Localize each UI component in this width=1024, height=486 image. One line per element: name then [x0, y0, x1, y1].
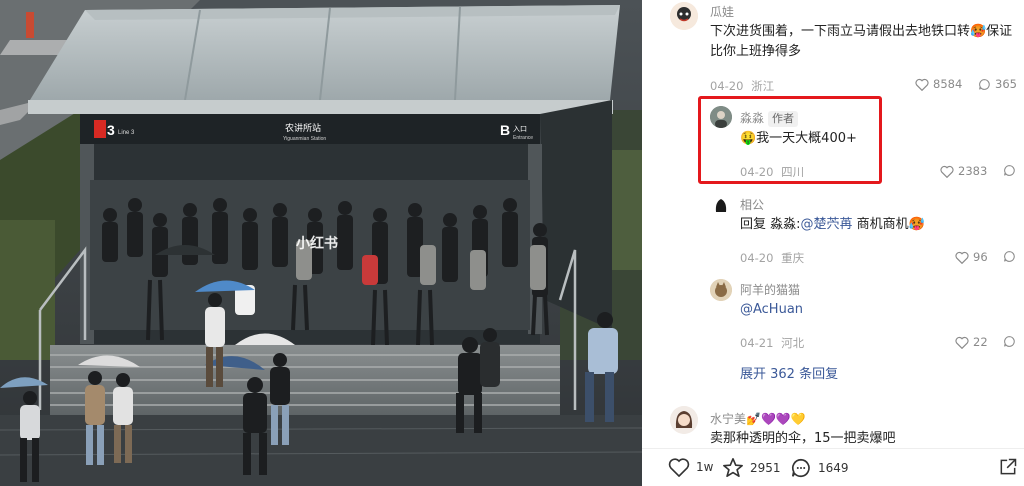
post-like-button[interactable]: 1w: [668, 457, 713, 477]
comment-username[interactable]: 瓜娃: [710, 3, 734, 20]
comment-username[interactable]: 阿羊的猫猫: [740, 281, 800, 298]
bottom-action-bar: 1w 2951 1649: [642, 448, 1024, 486]
heart-icon: [915, 78, 929, 91]
reply-prefix: 回复 淼淼:: [740, 217, 801, 232]
heart-icon: [955, 251, 969, 264]
station-name-en: Yiguanmian Station: [283, 136, 326, 142]
comment-text: 下次进货围着，一下雨立马请假出去地铁口转🥵保证比你上班挣得多: [710, 24, 1013, 59]
share-button[interactable]: [998, 457, 1018, 477]
mention-link[interactable]: @楚茓苒: [801, 217, 853, 232]
comment-bubble-icon: [1004, 336, 1015, 347]
comment-date: 04-21: [740, 336, 774, 350]
like-count: 2383: [958, 164, 988, 178]
comments-panel: [642, 0, 1024, 486]
subway-entrance-scene: 3 Line 3 农讲所站 Yiguanmian Station B 入口 En…: [0, 0, 642, 486]
comment-username[interactable]: 水宁美💅💜💜💛: [710, 410, 806, 427]
comment-date: 04-20: [710, 79, 744, 93]
comment-bubble-icon: [1004, 165, 1015, 176]
exit-label: 入口: [513, 125, 527, 133]
heart-icon: [955, 336, 969, 349]
comment-location: 河北: [781, 336, 805, 350]
like-button[interactable]: 8584: [915, 77, 962, 91]
like-count: 96: [973, 250, 988, 264]
post-collect-count: 2951: [750, 460, 781, 475]
comment-text-suffix: 商机商机🥵: [856, 217, 925, 232]
reply-count: 365: [995, 77, 1017, 91]
like-count: 8584: [933, 77, 963, 91]
avatar-silhouette-icon: [710, 194, 732, 216]
comment-meta: 04-20 重庆: [740, 250, 808, 266]
comment-bubble-icon: [791, 458, 810, 478]
mention-link[interactable]: @AcHuan: [740, 302, 803, 317]
comment-username[interactable]: 相公: [740, 196, 764, 213]
avatar[interactable]: [710, 279, 732, 301]
station-name: 农讲所站: [285, 122, 321, 134]
reply-button[interactable]: 365: [978, 77, 1017, 91]
like-button[interactable]: 2383: [940, 164, 987, 178]
comment-date: 04-20: [740, 251, 774, 265]
comment-meta: 04-20 浙江: [710, 78, 778, 94]
reply-button[interactable]: [1003, 335, 1016, 348]
comment-meta: 04-21 河北: [740, 335, 808, 351]
comment-text: 卖那种透明的伞，15一把卖爆吧: [710, 431, 896, 446]
post-photo[interactable]: 3 Line 3 农讲所站 Yiguanmian Station B 入口 En…: [0, 0, 642, 486]
share-icon: [1000, 458, 1017, 475]
exit-label-en: Entrance: [513, 135, 533, 141]
reply-button[interactable]: [1003, 164, 1016, 177]
post-comment-button[interactable]: 1649: [790, 457, 849, 479]
avatar-cat-icon: [710, 279, 732, 301]
heart-icon: [668, 458, 690, 477]
line-label: Line 3: [118, 130, 135, 136]
star-icon: [723, 458, 743, 477]
post-collect-button[interactable]: 2951: [722, 457, 781, 478]
avatar[interactable]: [710, 194, 732, 216]
reply-button[interactable]: [1003, 250, 1016, 263]
avatar-cartoon-icon: [670, 2, 698, 30]
heart-icon: [940, 165, 954, 178]
post-comment-count: 1649: [818, 461, 849, 475]
comment-location: 浙江: [751, 79, 775, 93]
like-count: 22: [973, 335, 988, 349]
post-like-count: 1w: [696, 460, 714, 474]
comment-text: @AcHuan: [740, 300, 803, 320]
highlight-annotation-box: [698, 96, 882, 184]
comment-location: 重庆: [781, 251, 805, 265]
comment-bubble-icon: [1004, 251, 1015, 262]
exit-letter: B: [500, 122, 510, 138]
avatar[interactable]: [670, 2, 698, 30]
line-number: 3: [107, 122, 115, 138]
expand-replies-link[interactable]: 展开 362 条回复: [740, 363, 838, 382]
like-button[interactable]: 22: [955, 335, 988, 349]
avatar[interactable]: [670, 406, 698, 434]
like-button[interactable]: 96: [955, 250, 988, 264]
comment-bubble-icon: [979, 78, 990, 90]
watermark-text: 小红书: [296, 235, 338, 252]
comment-text: 回复 淼淼:@楚茓苒 商机商机🥵: [740, 215, 1010, 235]
avatar-girl-icon: [670, 406, 698, 434]
